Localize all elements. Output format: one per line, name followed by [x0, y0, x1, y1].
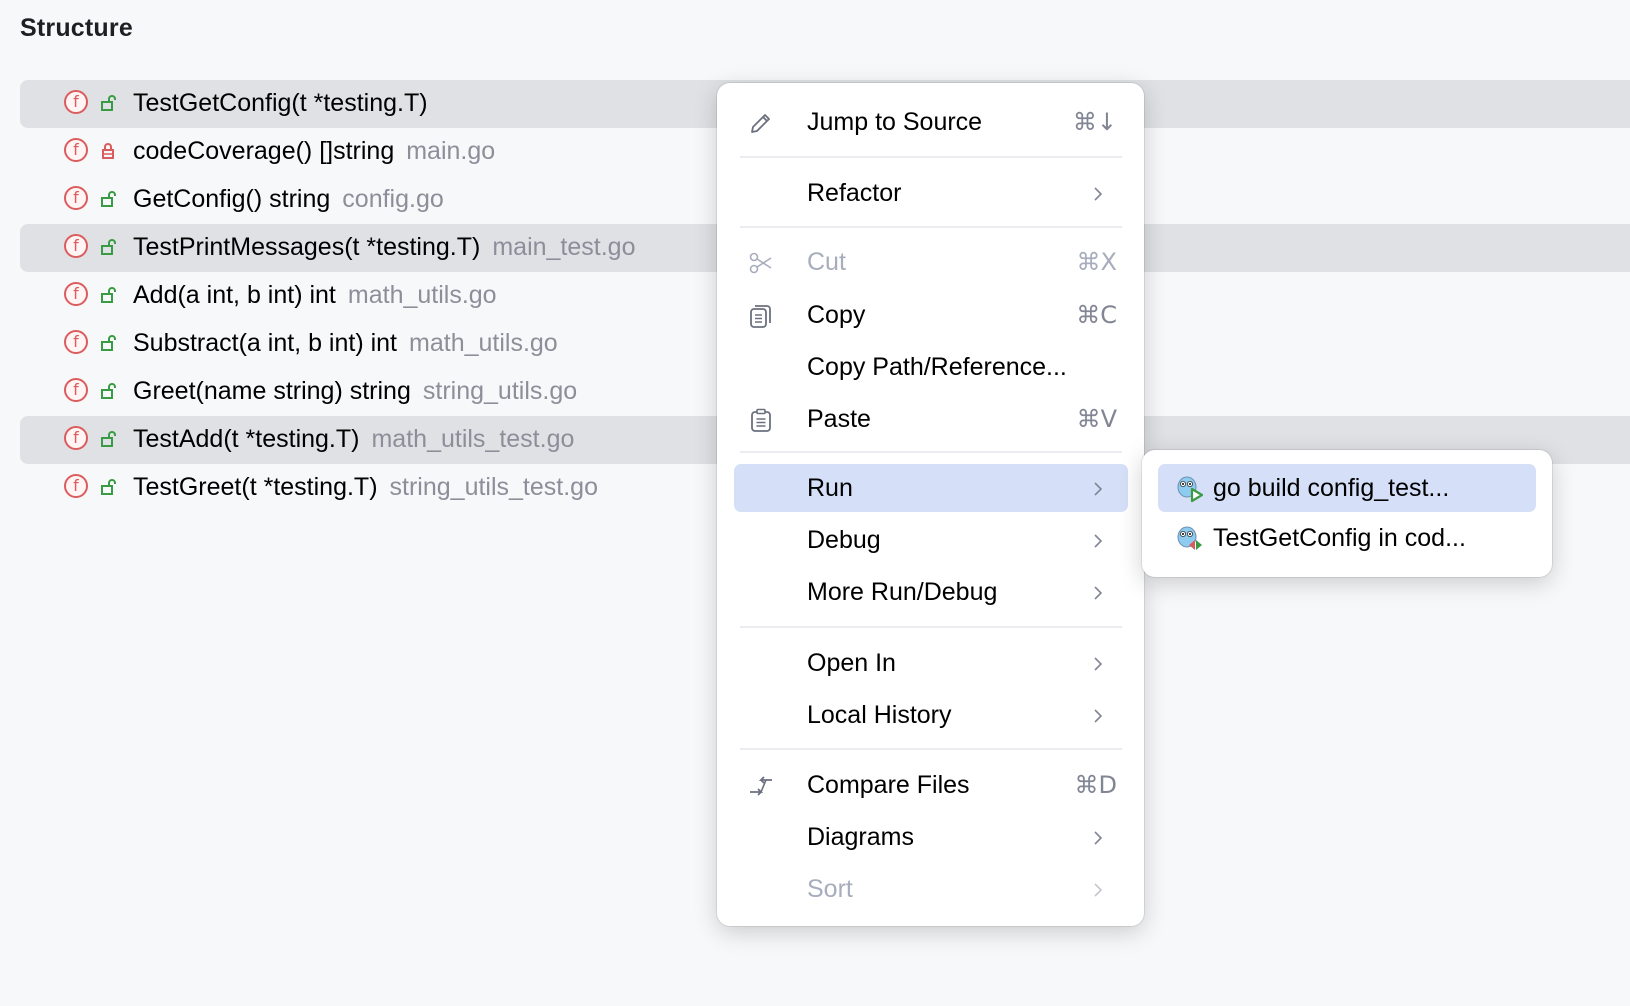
menu-item-jump-to-source[interactable]: Jump to Source ⌘↓ — [734, 98, 1128, 146]
menu-item-sort[interactable]: Sort — [734, 865, 1128, 913]
menu-item-compare-files[interactable]: Compare Files ⌘D — [734, 761, 1128, 809]
pencil-icon — [751, 114, 770, 133]
private-locked-icon — [102, 143, 114, 159]
panel-title: Structure — [20, 14, 133, 42]
shortcut: ⌘V — [1076, 405, 1117, 433]
submenu-item-test-get-config[interactable]: TestGetConfig in cod... — [1158, 514, 1536, 562]
chevron-right-icon — [1094, 187, 1103, 201]
menu-item-copy[interactable]: Copy ⌘C — [734, 291, 1128, 339]
tree-row-name: TestAdd(t *testing.T) — [133, 425, 360, 453]
public-unlocked-icon — [101, 287, 116, 303]
context-menu: Jump to Source ⌘↓ Refactor Cut ⌘X Copy ⌘… — [717, 83, 1144, 926]
tree-row-file: math_utils_test.go — [371, 425, 575, 453]
function-icon: f — [64, 426, 88, 450]
chevron-right-icon — [1094, 534, 1103, 548]
paste-icon — [751, 408, 771, 432]
tree-row-name: Add(a int, b int) int — [133, 281, 336, 309]
chevron-right-icon — [1094, 586, 1103, 600]
menu-item-run[interactable]: Run — [734, 464, 1128, 512]
menu-item-paste[interactable]: Paste ⌘V — [734, 395, 1128, 443]
menu-item-refactor[interactable]: Refactor — [734, 169, 1128, 217]
public-unlocked-icon — [101, 239, 116, 255]
chevron-right-icon — [1094, 709, 1103, 723]
shortcut: ⌘X — [1076, 248, 1117, 276]
chevron-right-icon — [1094, 482, 1103, 496]
menu-separator — [740, 156, 1122, 158]
tree-row-name: TestGetConfig(t *testing.T) — [133, 89, 428, 117]
go-run-icon — [1177, 476, 1204, 503]
menu-separator — [740, 451, 1122, 453]
tree-row-file: main.go — [406, 137, 496, 165]
tree-row-name: Substract(a int, b int) int — [133, 329, 398, 357]
menu-separator — [740, 626, 1122, 628]
tree-row-file: math_utils.go — [409, 329, 558, 357]
function-icon: f — [64, 282, 88, 306]
menu-item-copy-path[interactable]: Copy Path/Reference... — [734, 343, 1128, 391]
function-icon: f — [64, 90, 88, 114]
menu-item-local-history[interactable]: Local History — [734, 691, 1128, 739]
run-submenu: go build config_test... TestGetConfig in… — [1142, 450, 1552, 577]
menu-item-debug[interactable]: Debug — [734, 516, 1128, 564]
tree-row-name: TestPrintMessages(t *testing.T) — [133, 233, 481, 261]
shortcut: ⌘↓ — [1072, 108, 1117, 136]
menu-item-more-run-debug[interactable]: More Run/Debug — [734, 568, 1128, 616]
function-icon: f — [64, 234, 88, 258]
chevron-right-icon — [1094, 883, 1103, 897]
copy-icon — [750, 305, 771, 328]
tree-row-file: math_utils.go — [347, 281, 497, 309]
shortcut: ⌘C — [1076, 301, 1117, 329]
tree-row-name: TestGreet(t *testing.T) — [133, 473, 378, 501]
menu-item-diagrams[interactable]: Diagrams — [734, 813, 1128, 861]
function-icon: f — [64, 186, 88, 210]
public-unlocked-icon — [101, 431, 116, 447]
menu-separator — [740, 748, 1122, 750]
tree-row-name: GetConfig() string — [133, 185, 331, 213]
go-test-icon — [1177, 526, 1202, 550]
shortcut: ⌘D — [1074, 771, 1117, 799]
tree-row-name: Greet(name string) string — [133, 377, 411, 405]
public-unlocked-icon — [101, 479, 116, 495]
scissors-icon — [749, 252, 772, 274]
tree-row-file: string_utils_test.go — [389, 473, 598, 501]
public-unlocked-icon — [101, 191, 116, 207]
function-icon: f — [64, 138, 88, 162]
public-unlocked-icon — [101, 95, 116, 111]
function-icon: f — [64, 330, 88, 354]
chevron-right-icon — [1094, 657, 1103, 671]
menu-item-open-in[interactable]: Open In — [734, 639, 1128, 687]
compare-icon — [750, 776, 772, 796]
public-unlocked-icon — [101, 383, 116, 399]
tree-row-name: codeCoverage() []string — [133, 137, 395, 165]
tree-row-file: main_test.go — [492, 233, 636, 261]
menu-separator — [740, 226, 1122, 228]
menu-item-cut[interactable]: Cut ⌘X — [734, 238, 1128, 286]
public-unlocked-icon — [101, 335, 116, 351]
chevron-right-icon — [1094, 831, 1103, 845]
tree-row-file: config.go — [342, 185, 444, 213]
submenu-item-go-build[interactable]: go build config_test... — [1158, 464, 1536, 512]
tree-row-file: string_utils.go — [422, 377, 578, 405]
function-icon: f — [64, 378, 88, 402]
function-icon: f — [64, 474, 88, 498]
